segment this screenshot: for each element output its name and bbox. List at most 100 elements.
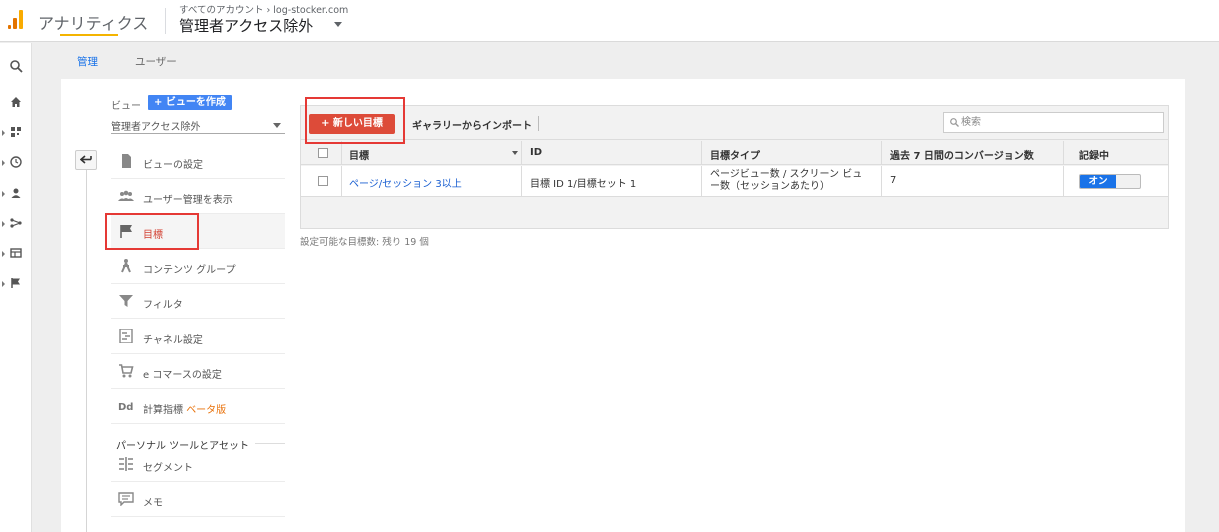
expand-icon	[2, 191, 5, 197]
nav-segments[interactable]: セグメント	[111, 447, 285, 482]
rail-search[interactable]	[0, 57, 32, 77]
dashboard-icon	[11, 127, 21, 137]
nav-label: 計算指標 ベータ版	[143, 401, 226, 416]
search-box[interactable]	[943, 112, 1164, 133]
channel-icon	[119, 329, 133, 343]
column-header-id[interactable]: ID	[530, 147, 542, 158]
column-header-goal-type[interactable]: 目標タイプ	[710, 147, 760, 162]
dd-icon: Dd	[118, 402, 133, 413]
goal-name-link[interactable]: ページ/セッション 3以上	[349, 175, 462, 190]
table-row: ページ/セッション 3以上 目標 ID 1/目標セット 1 ページビュー数 / …	[301, 166, 1168, 197]
sort-desc-icon[interactable]	[512, 151, 518, 155]
admin-tabs: 管理 ユーザー	[33, 43, 1219, 79]
rail-audience[interactable]	[0, 184, 32, 204]
search-icon	[950, 118, 959, 127]
rail-realtime[interactable]	[0, 153, 32, 173]
table-header: 目標 ID 目標タイプ 過去 7 日間のコンバージョン数 記録中	[301, 141, 1168, 165]
nav-divider	[86, 170, 87, 532]
nav-view-settings[interactable]: ビューの設定	[111, 144, 285, 179]
active-tab-indicator	[60, 34, 118, 36]
goal-type: ページビュー数 / スクリーン ビュ ー数（セッションあたり）	[710, 169, 862, 193]
nav-content-grouping[interactable]: コンテンツ グループ	[111, 249, 285, 284]
more-item-icon	[118, 527, 134, 532]
clock-icon	[10, 156, 22, 168]
expand-icon	[2, 130, 5, 136]
view-picker[interactable]: 管理者アクセス除外	[179, 15, 313, 36]
nav-memo[interactable]: メモ	[111, 482, 285, 517]
beta-badge: ベータ版	[186, 405, 227, 416]
users-icon	[118, 190, 134, 201]
nav-label: チャネル設定	[143, 335, 203, 346]
goals-toolbar: + 新しい目標 ギャラリーからインポート	[301, 106, 1168, 140]
goal-id: 目標 ID 1/目標セット 1	[530, 179, 637, 190]
column-divider	[881, 166, 882, 197]
nav-label: セグメント	[143, 463, 193, 474]
segment-icon	[119, 457, 133, 471]
column-header-conversions[interactable]: 過去 7 日間のコンバージョン数	[890, 147, 1034, 162]
tab-admin[interactable]: 管理	[77, 54, 98, 69]
collapse-nav-button[interactable]	[75, 150, 97, 170]
breadcrumb[interactable]: すべてのアカウント › log-stocker.com	[179, 2, 348, 16]
column-divider	[341, 141, 342, 165]
nav-more[interactable]	[111, 517, 285, 532]
goal-type-line1: ページビュー数 / スクリーン ビュ	[710, 169, 863, 180]
rail-acquisition[interactable]	[0, 214, 32, 234]
goals-table: + 新しい目標 ギャラリーからインポート 目標 ID 目標タイプ 過去 7 日間…	[300, 105, 1169, 229]
nav-user-management[interactable]: ユーザー管理を表示	[111, 179, 285, 214]
person-icon	[11, 188, 21, 198]
rail-customization[interactable]	[0, 123, 32, 143]
nav-label: ユーザー管理を表示	[143, 195, 233, 206]
tab-user[interactable]: ユーザー	[135, 54, 177, 69]
acquisition-icon	[10, 218, 22, 228]
expand-icon	[2, 251, 5, 257]
column-header-recording[interactable]: 記録中	[1079, 147, 1109, 162]
nav-channel-settings[interactable]: チャネル設定	[111, 319, 285, 354]
nav-label: フィルタ	[143, 300, 183, 311]
column-divider	[1063, 166, 1064, 197]
rail-home[interactable]	[0, 93, 32, 113]
document-icon	[122, 154, 131, 168]
person-walk-icon	[121, 259, 131, 273]
column-divider	[701, 141, 702, 165]
nav-label: コンテンツ グループ	[143, 265, 236, 276]
nav-label: メモ	[143, 498, 163, 509]
column-divider	[521, 166, 522, 197]
select-all-checkbox[interactable]	[318, 148, 328, 158]
column-header-goal[interactable]: 目標	[349, 147, 369, 162]
nav-goals[interactable]: 目標	[111, 214, 285, 249]
nav-calculated-metrics[interactable]: Dd 計算指標 ベータ版	[111, 389, 285, 424]
nav-filters[interactable]: フィルタ	[111, 284, 285, 319]
filter-icon	[119, 295, 133, 307]
search-input[interactable]	[961, 115, 1159, 130]
analytics-logo-icon[interactable]	[8, 9, 24, 29]
app-title: アナリティクス	[38, 14, 149, 33]
column-divider	[881, 141, 882, 165]
nav-label-text: 計算指標	[143, 405, 187, 416]
svg-text:Dd: Dd	[118, 402, 133, 413]
toggle-on-label: オン	[1080, 175, 1116, 188]
behavior-icon	[10, 248, 22, 258]
flag-icon	[11, 278, 20, 288]
search-icon	[10, 60, 23, 73]
nav-ecommerce-settings[interactable]: e コマースの設定	[111, 354, 285, 389]
chevron-down-icon[interactable]	[334, 22, 342, 27]
nav-label: e コマースの設定	[143, 370, 222, 381]
column-divider	[521, 141, 522, 165]
new-goal-button[interactable]: + 新しい目標	[309, 114, 395, 134]
nav-label: 目標	[143, 230, 163, 241]
view-select[interactable]: 管理者アクセス除外	[111, 118, 285, 134]
row-checkbox[interactable]	[318, 176, 328, 186]
column-divider	[341, 166, 342, 197]
home-icon	[11, 97, 21, 107]
column-divider	[1063, 141, 1064, 165]
header-divider	[165, 8, 166, 34]
flag-icon	[120, 225, 132, 238]
recording-toggle[interactable]: オン	[1079, 174, 1141, 189]
expand-icon	[2, 221, 5, 227]
import-from-gallery-link[interactable]: ギャラリーからインポート	[412, 117, 532, 132]
rail-conversions[interactable]	[0, 274, 32, 294]
create-view-button[interactable]: + ビューを作成	[148, 95, 232, 110]
rail-behavior[interactable]	[0, 244, 32, 264]
back-arrow-icon	[80, 155, 92, 164]
cart-icon	[119, 364, 134, 378]
